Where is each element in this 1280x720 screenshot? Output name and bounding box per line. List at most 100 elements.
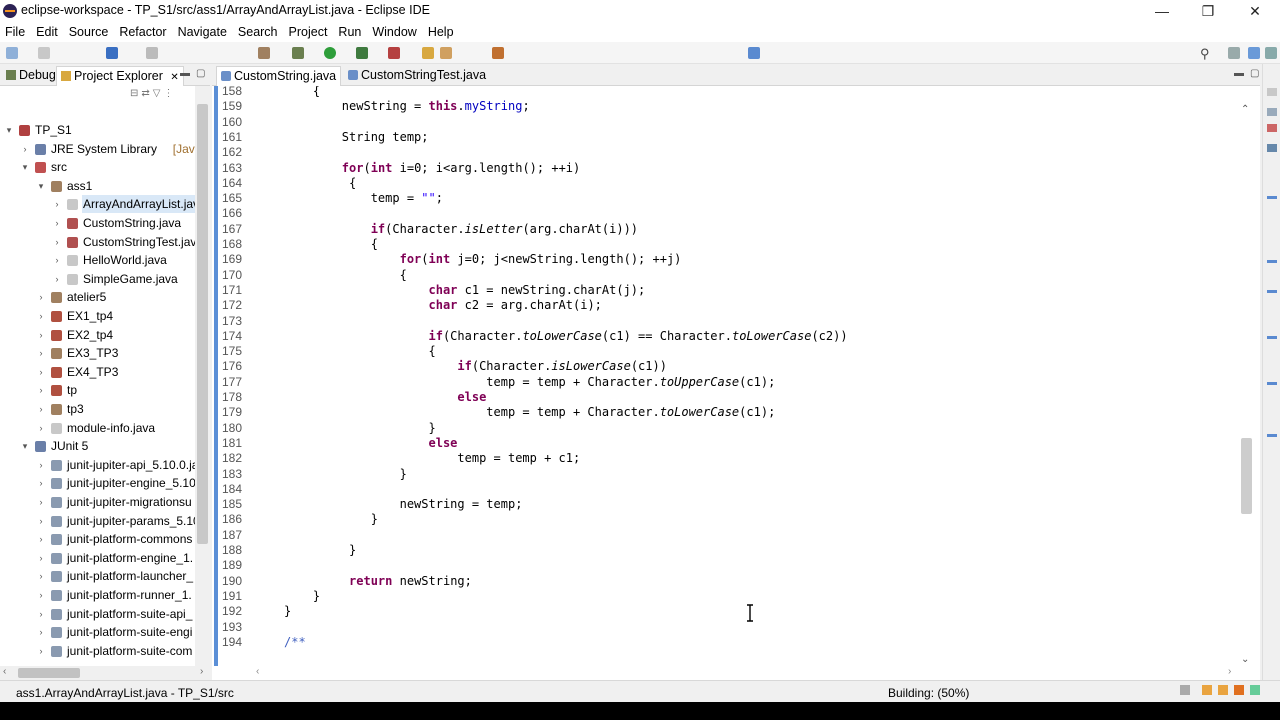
java-perspective-icon[interactable]	[1248, 47, 1260, 59]
minimize-button[interactable]: —	[1139, 0, 1185, 22]
collapsed-chevron-icon[interactable]: ›	[36, 381, 46, 399]
menu-source[interactable]: Source	[64, 22, 115, 42]
tree-item[interactable]: › CustomString.java	[0, 214, 195, 233]
scroll-down-icon[interactable]: ⌄	[1241, 654, 1249, 665]
tree-item[interactable]: ▾ ass1	[0, 177, 195, 196]
coverage-icon[interactable]	[356, 47, 368, 59]
collapsed-chevron-icon[interactable]: ›	[36, 419, 46, 437]
marketplace-icon[interactable]	[1250, 685, 1260, 695]
open-perspective-icon[interactable]	[1228, 47, 1240, 59]
collapse-all-icon[interactable]: ⊟	[130, 88, 141, 99]
collapsed-chevron-icon[interactable]: ›	[36, 530, 46, 548]
scroll-right-icon[interactable]: ›	[1228, 666, 1231, 677]
collapsed-chevron-icon[interactable]: ›	[36, 363, 46, 381]
progress-icon[interactable]	[1180, 685, 1190, 695]
scroll-thumb[interactable]	[197, 104, 208, 544]
collapsed-chevron-icon[interactable]: ›	[36, 642, 46, 660]
scroll-thumb[interactable]	[1241, 438, 1252, 514]
collapsed-chevron-icon[interactable]: ›	[36, 512, 46, 530]
scroll-left-icon[interactable]: ‹	[3, 666, 6, 677]
collapsed-chevron-icon[interactable]: ›	[52, 251, 62, 269]
collapsed-chevron-icon[interactable]: ›	[36, 605, 46, 623]
tree-item[interactable]: › EX1_tp4	[0, 307, 195, 326]
editor-horizontal-scrollbar[interactable]: ‹ ›	[252, 666, 1242, 680]
tab-customstringtest[interactable]: CustomStringTest.java	[344, 66, 490, 86]
filter-icon[interactable]: ▽	[153, 88, 164, 99]
tree-item[interactable]: › EX2_tp4	[0, 326, 195, 345]
new-icon[interactable]	[6, 47, 18, 59]
scroll-thumb[interactable]	[18, 668, 80, 678]
outline-icon[interactable]	[1267, 88, 1277, 96]
tips-icon[interactable]	[1234, 685, 1244, 695]
collapsed-chevron-icon[interactable]: ›	[36, 549, 46, 567]
tree-item[interactable]: › SimpleGame.java	[0, 270, 195, 289]
task-list-icon[interactable]	[1267, 108, 1277, 116]
tree-item[interactable]: › junit-jupiter-migrationsu	[0, 493, 195, 512]
tree-item[interactable]: › ArrayAndArrayList.jav	[0, 195, 195, 214]
collapsed-chevron-icon[interactable]: ›	[36, 567, 46, 585]
collapsed-chevron-icon[interactable]: ›	[36, 456, 46, 474]
tree-item[interactable]: › junit-platform-engine_1.	[0, 549, 195, 568]
collapsed-chevron-icon[interactable]: ›	[36, 307, 46, 325]
open-type-icon[interactable]	[492, 47, 504, 59]
save-icon[interactable]	[38, 47, 50, 59]
collapsed-chevron-icon[interactable]: ›	[36, 344, 46, 362]
tree-item[interactable]: › junit-platform-commons	[0, 530, 195, 549]
tree-item[interactable]: ▾ TP_S1	[0, 121, 195, 140]
collapsed-chevron-icon[interactable]: ›	[36, 586, 46, 604]
new-package-icon[interactable]	[440, 47, 452, 59]
left-vertical-scrollbar[interactable]	[195, 86, 210, 666]
tree-item[interactable]: ▾ src	[0, 158, 195, 177]
menu-file[interactable]: File	[0, 22, 31, 42]
tree-item[interactable]: › junit-platform-suite-api_	[0, 605, 195, 624]
maximize-panel-icon[interactable]: ▢	[196, 68, 205, 79]
code-editor[interactable]: 158 {159 newString = this.myString; 160 16…	[212, 86, 1242, 666]
tree-item[interactable]: › junit-platform-suite-com	[0, 642, 195, 661]
scroll-up-icon[interactable]: ⌃	[1241, 104, 1249, 115]
tree-item[interactable]: › junit-platform-runner_1.	[0, 586, 195, 605]
tab-debug[interactable]: Debug	[2, 66, 60, 86]
view-menu-icon[interactable]: ⋮	[163, 88, 176, 99]
external-tools-icon[interactable]	[388, 47, 400, 59]
menu-help[interactable]: Help	[423, 22, 460, 42]
pin-editor-icon[interactable]	[748, 47, 760, 59]
tree-item[interactable]: › EX4_TP3	[0, 363, 195, 382]
problems-icon[interactable]	[1267, 124, 1277, 132]
tree-item[interactable]: › JRE System Library [JavaSE-	[0, 140, 196, 159]
minimize-panel-icon[interactable]: ▬	[180, 68, 190, 79]
menu-window[interactable]: Window	[367, 22, 422, 42]
collapsed-chevron-icon[interactable]: ›	[52, 270, 62, 288]
expanded-chevron-icon[interactable]: ▾	[20, 158, 30, 176]
updates-icon[interactable]	[1218, 685, 1228, 695]
debug-icon[interactable]	[292, 47, 304, 59]
close-icon[interactable]: ✕	[170, 72, 178, 83]
menu-run[interactable]: Run	[333, 22, 367, 42]
left-horizontal-scrollbar[interactable]: ‹ ›	[0, 666, 210, 680]
collapsed-chevron-icon[interactable]: ›	[36, 493, 46, 511]
collapsed-chevron-icon[interactable]: ›	[36, 623, 46, 641]
menu-search[interactable]: Search	[233, 22, 284, 42]
close-window-button[interactable]: ✕	[1232, 0, 1278, 22]
tree-item[interactable]: › EX3_TP3	[0, 344, 195, 363]
tree-item[interactable]: › atelier5	[0, 288, 195, 307]
tree-item[interactable]: › junit-jupiter-api_5.10.0.ja	[0, 456, 196, 475]
notification-icon[interactable]	[1202, 685, 1212, 695]
collapsed-chevron-icon[interactable]: ›	[52, 233, 62, 251]
menu-refactor[interactable]: Refactor	[114, 22, 172, 42]
scroll-right-icon[interactable]: ›	[200, 666, 203, 677]
collapsed-chevron-icon[interactable]: ›	[36, 326, 46, 344]
scroll-left-icon[interactable]: ‹	[256, 666, 259, 677]
console-icon[interactable]	[1267, 144, 1277, 152]
expanded-chevron-icon[interactable]: ▾	[20, 437, 30, 455]
debug-perspective-icon[interactable]	[1265, 47, 1277, 59]
maximize-editor-icon[interactable]: ▢	[1250, 68, 1259, 79]
collapsed-chevron-icon[interactable]: ›	[52, 195, 62, 213]
resume-icon[interactable]	[146, 47, 158, 59]
collapsed-chevron-icon[interactable]: ›	[20, 140, 30, 158]
tab-customstring[interactable]: CustomString.java	[216, 66, 342, 86]
editor-vertical-scrollbar[interactable]: ⌃ ⌄	[1238, 104, 1254, 666]
tree-item[interactable]: › tp	[0, 381, 195, 400]
tree-item[interactable]: ▾ JUnit 5	[0, 437, 195, 456]
tree-item[interactable]: › junit-jupiter-engine_5.10	[0, 474, 196, 493]
tree-item[interactable]: › HelloWorld.java	[0, 251, 195, 270]
